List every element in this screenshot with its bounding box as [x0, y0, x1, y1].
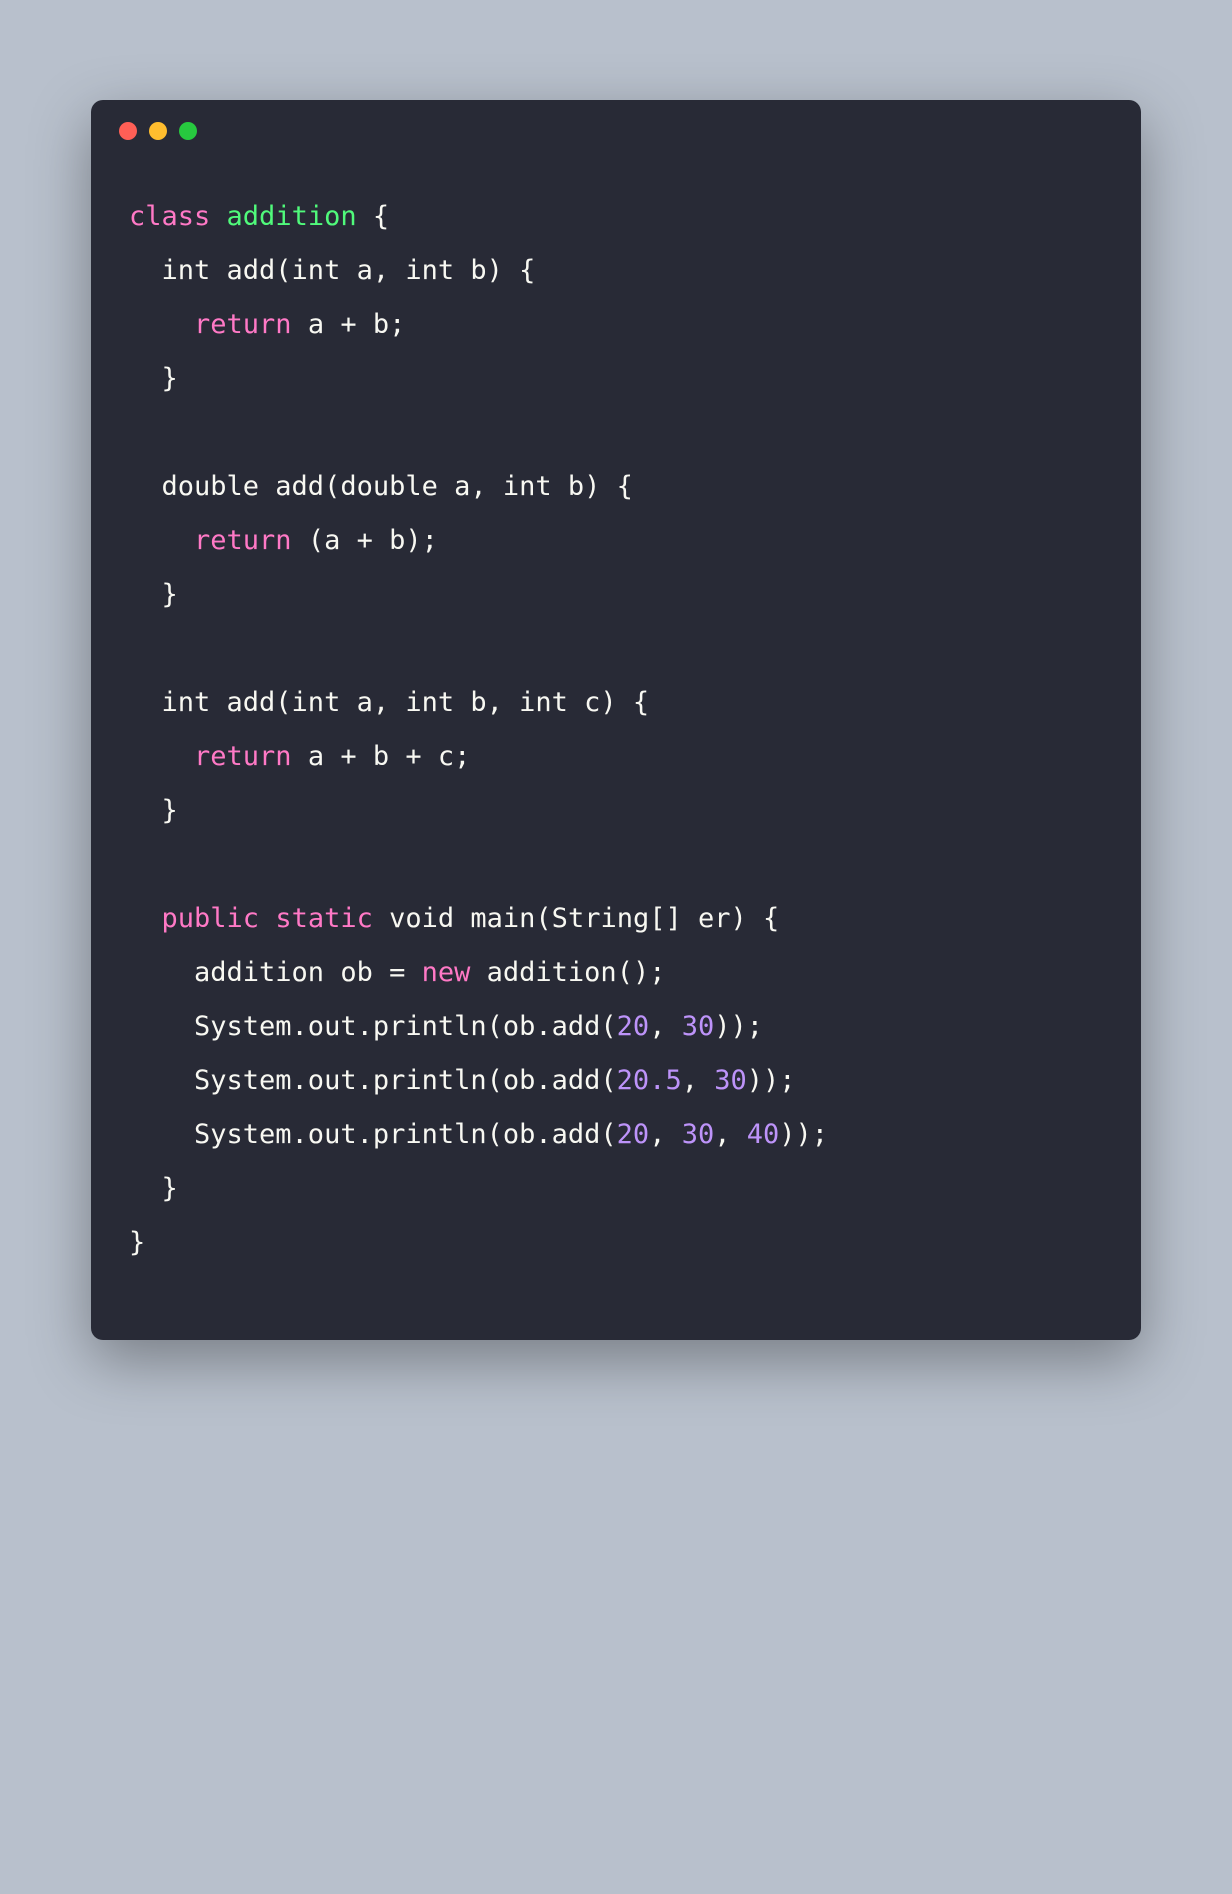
brace-close-1: } — [129, 363, 178, 394]
code-area: class addition { int add(int a, int b) {… — [91, 140, 1141, 1340]
return-expr-3: a + b + c; — [292, 741, 471, 772]
number-literal: 30 — [682, 1011, 715, 1042]
brace-open: { — [357, 201, 390, 232]
number-literal: 30 — [714, 1065, 747, 1096]
method-sig-2: double add(double a, int b) { — [129, 471, 633, 502]
number-literal: 20 — [617, 1119, 650, 1150]
keyword-return: return — [194, 309, 292, 340]
brace-close-class: } — [129, 1227, 145, 1258]
method-sig-3: int add(int a, int b, int c) { — [129, 687, 649, 718]
keyword-new: new — [422, 957, 471, 988]
class-name: addition — [227, 201, 357, 232]
number-literal: 30 — [682, 1119, 715, 1150]
keyword-return: return — [194, 741, 292, 772]
brace-close-2: } — [129, 579, 178, 610]
code-window: class addition { int add(int a, int b) {… — [91, 100, 1141, 1340]
method-sig-1: int add(int a, int b) { — [129, 255, 535, 286]
return-expr-2: (a + b); — [292, 525, 438, 556]
keyword-public: public — [162, 903, 260, 934]
minimize-icon[interactable] — [149, 122, 167, 140]
close-icon[interactable] — [119, 122, 137, 140]
number-literal: 20.5 — [617, 1065, 682, 1096]
main-sig: void main(String[] er) { — [373, 903, 779, 934]
number-literal: 20 — [617, 1011, 650, 1042]
return-expr-1: a + b; — [292, 309, 406, 340]
brace-close-main: } — [129, 1173, 178, 1204]
keyword-class: class — [129, 201, 210, 232]
brace-close-3: } — [129, 795, 178, 826]
number-literal: 40 — [747, 1119, 780, 1150]
keyword-return: return — [194, 525, 292, 556]
keyword-static: static — [275, 903, 373, 934]
title-bar — [91, 100, 1141, 140]
maximize-icon[interactable] — [179, 122, 197, 140]
